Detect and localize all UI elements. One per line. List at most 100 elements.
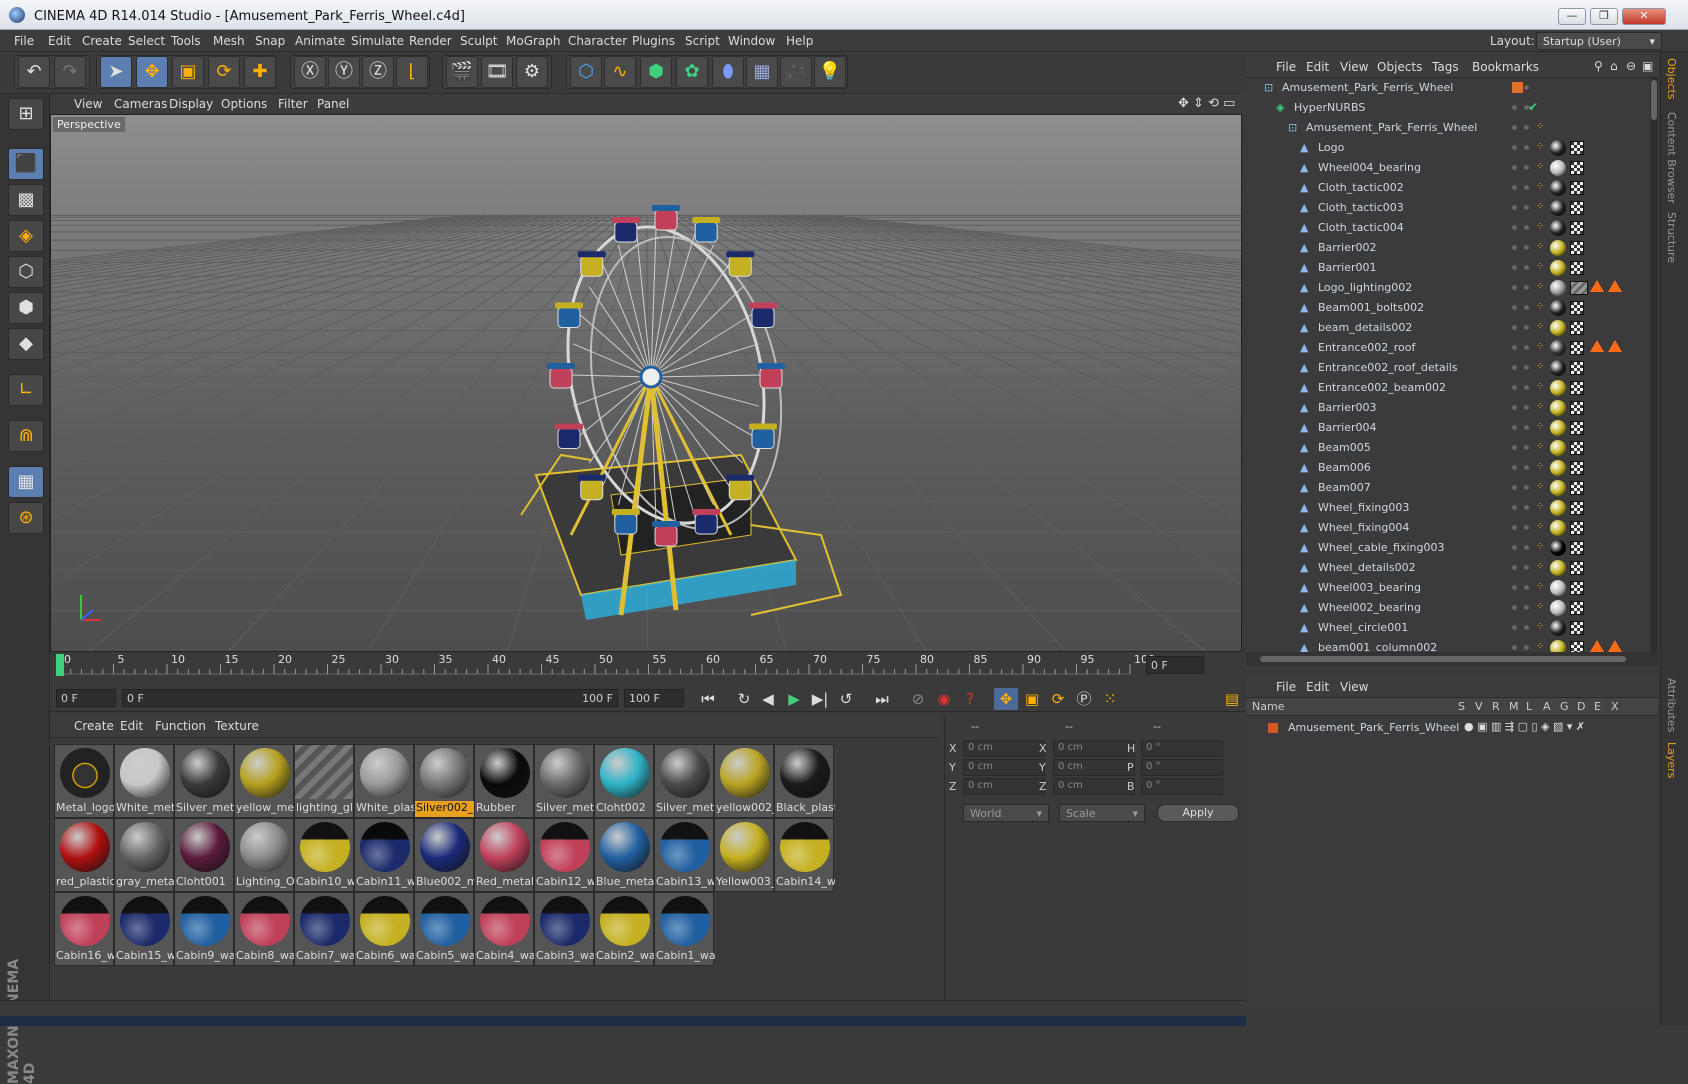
material-tag-icon[interactable]	[1550, 480, 1566, 496]
render-view-icon[interactable]: 🎬	[446, 56, 478, 88]
layer-col-header[interactable]: S	[1458, 700, 1465, 713]
visibility-dot[interactable]	[1524, 405, 1529, 410]
texture-tag-icon[interactable]	[1570, 341, 1584, 355]
material-swatch[interactable]: Cabin8_wa	[234, 892, 295, 966]
timeline-ruler[interactable]: 0 5 10 15 20 25 30 35 40 45 50 55 60 65 70 75 80 85 90 95 10…	[50, 652, 1246, 684]
coord-value-field[interactable]: 0 cm	[1053, 778, 1135, 795]
visibility-dot[interactable]	[1512, 265, 1517, 270]
phong-tag-icon[interactable]: ⁘	[1536, 601, 1544, 612]
phong-tag-icon[interactable]: ⁘	[1536, 301, 1544, 312]
material-swatch[interactable]: Cloht001	[174, 818, 234, 892]
material-swatch[interactable]: White_met	[114, 744, 175, 818]
material-menu-texture[interactable]: Texture	[215, 719, 259, 733]
texture-tag-icon[interactable]	[1570, 481, 1584, 495]
visibility-dot[interactable]	[1524, 265, 1529, 270]
visibility-dot[interactable]	[1524, 285, 1529, 290]
layer-col-header[interactable]: X	[1611, 700, 1619, 713]
material-swatch[interactable]: Silver_meta	[174, 744, 235, 818]
object-row[interactable]: ▲ Cloth_tactic004 ⁘	[1246, 218, 1658, 238]
object-menu-tags[interactable]: Tags	[1432, 60, 1459, 74]
material-swatch[interactable]: Cabin1_wa	[654, 892, 715, 966]
texture-tag-icon[interactable]	[1570, 141, 1584, 155]
material-tag-icon[interactable]	[1550, 320, 1566, 336]
go-to-next-key-icon[interactable]: ↺	[834, 688, 858, 710]
material-swatch[interactable]: gray_metal	[114, 818, 175, 892]
texture-tag-icon[interactable]	[1570, 461, 1584, 475]
phong-tag-icon[interactable]: ⁘	[1536, 401, 1544, 412]
visibility-dot[interactable]	[1524, 505, 1529, 510]
visibility-dot[interactable]	[1524, 325, 1529, 330]
viewport-menu-filter[interactable]: Filter	[278, 97, 308, 111]
visibility-dot[interactable]	[1524, 385, 1529, 390]
material-swatch[interactable]: Lighting_O	[234, 818, 295, 892]
warning-tag-icon[interactable]	[1608, 640, 1622, 652]
camera-icon[interactable]: 🎥	[780, 56, 812, 88]
move-tool-icon[interactable]: ✥	[136, 56, 168, 88]
texture-tag-icon[interactable]	[1570, 441, 1584, 455]
object-row[interactable]: ⊡ Amusement_Park_Ferris_Wheel ⁘	[1246, 118, 1658, 138]
texture-tag-icon[interactable]	[1570, 601, 1584, 615]
layer-col-header[interactable]: L	[1526, 700, 1532, 713]
phong-tag-icon[interactable]: ⁘	[1536, 461, 1544, 472]
material-swatch[interactable]: yellow_met	[234, 744, 295, 818]
size-mode-dropdown[interactable]: Scale ▾	[1059, 804, 1145, 822]
menu-create[interactable]: Create	[82, 34, 122, 48]
material-swatch[interactable]: Cabin13_w	[654, 818, 715, 892]
tab-layers[interactable]: Layers	[1665, 742, 1678, 778]
visibility-dot[interactable]	[1512, 525, 1517, 530]
warning-tag-icon[interactable]	[1608, 340, 1622, 352]
visibility-dot[interactable]	[1524, 545, 1529, 550]
visibility-dot[interactable]	[1524, 125, 1529, 130]
object-row[interactable]: ▲ Barrier003 ⁘	[1246, 398, 1658, 418]
texture-tag-icon[interactable]	[1570, 401, 1584, 415]
material-swatch[interactable]: Cabin15_w	[114, 892, 175, 966]
material-tag-icon[interactable]	[1550, 440, 1566, 456]
object-row[interactable]: ▲ Entrance002_beam002 ⁘	[1246, 378, 1658, 398]
visibility-dot[interactable]	[1512, 645, 1517, 650]
layer-col-header[interactable]: G	[1560, 700, 1569, 713]
visibility-dot[interactable]	[1512, 425, 1517, 430]
object-row[interactable]: ▲ Wheel_fixing004 ⁘	[1246, 518, 1658, 538]
texture-tag-icon[interactable]	[1570, 521, 1584, 535]
layer-menu-view[interactable]: View	[1340, 680, 1368, 694]
y-axis-icon[interactable]: Ⓨ	[328, 56, 360, 88]
material-swatch[interactable]: Yellow003_	[714, 818, 775, 892]
phong-tag-icon[interactable]: ⁘	[1536, 201, 1544, 212]
texture-tag-icon[interactable]	[1570, 361, 1584, 375]
go-to-end-icon[interactable]: ⏭	[870, 688, 894, 710]
object-home-icon[interactable]: ⌂	[1610, 59, 1618, 73]
menu-script[interactable]: Script	[685, 34, 720, 48]
phong-tag-icon[interactable]: ⁘	[1536, 381, 1544, 392]
current-frame-field[interactable]: 0 F	[1146, 656, 1204, 674]
visibility-dot[interactable]	[1512, 305, 1517, 310]
material-tag-icon[interactable]	[1550, 520, 1566, 536]
visibility-dot[interactable]	[1524, 165, 1529, 170]
material-tag-icon[interactable]	[1550, 560, 1566, 576]
menu-window[interactable]: Window	[728, 34, 775, 48]
texture-tag-icon[interactable]	[1570, 301, 1584, 315]
visibility-dot[interactable]	[1524, 305, 1529, 310]
material-swatch[interactable]: Blue_metal	[594, 818, 655, 892]
visibility-dot[interactable]	[1524, 425, 1529, 430]
material-menu-edit[interactable]: Edit	[120, 719, 143, 733]
viewport-menu-cameras[interactable]: Cameras	[114, 97, 167, 111]
viewport-menu-options[interactable]: Options	[221, 97, 267, 111]
material-tag-icon[interactable]	[1550, 240, 1566, 256]
object-row[interactable]: ▲ Barrier002 ⁘	[1246, 238, 1658, 258]
timeline-window-icon[interactable]: ▤	[1220, 688, 1244, 710]
object-row[interactable]: ▲ Wheel004_bearing ⁘	[1246, 158, 1658, 178]
object-row[interactable]: ▲ Beam006 ⁘	[1246, 458, 1658, 478]
visibility-dot[interactable]	[1512, 585, 1517, 590]
texture-tag-icon[interactable]	[1570, 621, 1584, 635]
object-row[interactable]: ▲ beam_details002 ⁘	[1246, 318, 1658, 338]
visibility-dot[interactable]	[1524, 365, 1529, 370]
material-swatch[interactable]: Cabin3_wa	[534, 892, 595, 966]
material-swatch[interactable]: Cabin16_w	[54, 892, 115, 966]
axis-mode-icon[interactable]: ∟	[8, 374, 44, 406]
object-row[interactable]: ▲ Cloth_tactic002 ⁘	[1246, 178, 1658, 198]
locked-workplane-icon[interactable]: ⊛	[8, 502, 44, 534]
material-swatch[interactable]: red_plastic	[54, 818, 115, 892]
texture-tag-icon[interactable]	[1570, 321, 1584, 335]
texture-tag-icon[interactable]	[1570, 161, 1584, 175]
timeline-playhead[interactable]	[56, 654, 64, 676]
